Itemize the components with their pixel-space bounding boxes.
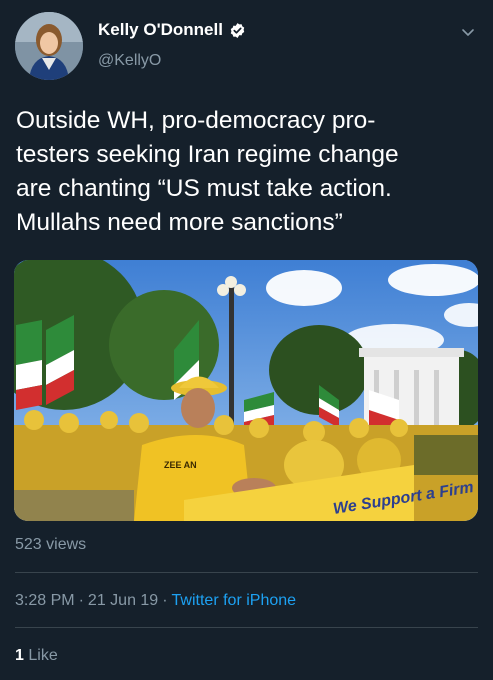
tweet-meta: 3:28 PM · 21 Jun 19 · Twitter for iPhone — [15, 592, 296, 610]
author-name-text[interactable]: Kelly O'Donnell — [98, 20, 223, 40]
chevron-down-icon[interactable] — [460, 24, 476, 40]
tweet-text: Outside WH, pro-democracy pro- testers s… — [16, 104, 486, 240]
tweet-date[interactable]: 21 Jun 19 — [88, 592, 158, 610]
tweet-text-line: Mullahs need more sanctions” — [16, 209, 343, 236]
verified-badge-icon — [229, 22, 246, 39]
like-stats[interactable]: 1 Like — [15, 647, 58, 665]
tweet-text-line: testers seeking Iran regime change — [16, 141, 399, 168]
tweet-source-link[interactable]: Twitter for iPhone — [172, 592, 297, 610]
meta-separator: · — [162, 592, 168, 609]
tweet-time[interactable]: 3:28 PM — [15, 592, 75, 610]
divider — [15, 627, 478, 628]
divider — [15, 572, 478, 573]
tweet-text-line: Outside WH, pro-democracy pro- — [16, 107, 376, 134]
author-name[interactable]: Kelly O'Donnell — [98, 20, 246, 40]
tweet-text-line: are chanting “US must take action. — [16, 175, 392, 202]
meta-separator: · — [78, 592, 84, 609]
tweet-video[interactable]: We Support a Firm Policy ZEE AN — [14, 260, 478, 521]
author-handle[interactable]: @KellyO — [98, 52, 161, 70]
like-count: 1 — [15, 647, 24, 664]
shirt-text: ZEE AN — [164, 460, 197, 470]
like-label: Like — [28, 647, 58, 664]
view-count: 523 views — [15, 536, 87, 553]
avatar[interactable] — [15, 12, 83, 80]
